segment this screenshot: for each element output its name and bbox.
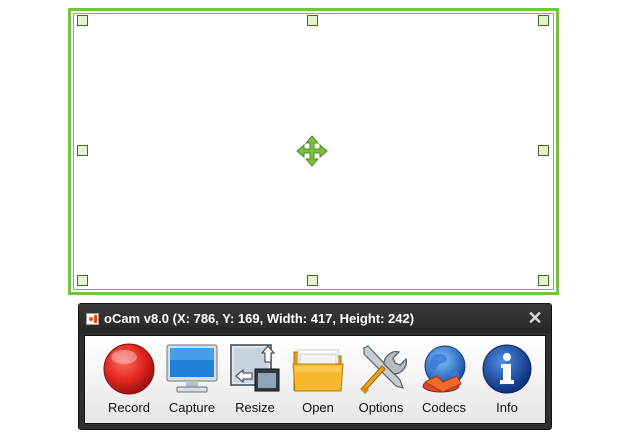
close-button[interactable]: ✕ xyxy=(527,309,543,327)
record-label: Record xyxy=(108,400,150,415)
ocam-app-icon xyxy=(86,313,99,325)
resize-handle-bottom-left[interactable] xyxy=(77,275,88,286)
info-icon xyxy=(482,344,532,394)
resize-button[interactable]: Resize xyxy=(225,342,285,418)
resize-handle-middle-right[interactable] xyxy=(538,145,549,156)
record-icon xyxy=(103,343,155,395)
capture-label: Capture xyxy=(168,400,216,415)
globe-icon xyxy=(422,345,466,393)
resize-icon xyxy=(230,344,280,392)
record-button[interactable]: Record xyxy=(99,342,159,418)
move-icon[interactable] xyxy=(296,135,328,167)
open-label: Open xyxy=(302,400,334,415)
codecs-button[interactable]: Codecs xyxy=(414,342,474,418)
ocam-toolbar-window: oCam v8.0 (X: 786, Y: 169, Width: 417, H… xyxy=(78,303,552,430)
info-button[interactable]: Info xyxy=(477,342,537,418)
options-label: Options xyxy=(358,400,404,415)
resize-handle-top-center[interactable] xyxy=(307,15,318,26)
resize-handle-bottom-center[interactable] xyxy=(307,275,318,286)
tools-icon xyxy=(360,345,407,394)
options-button[interactable]: Options xyxy=(351,342,411,418)
resize-handle-middle-left[interactable] xyxy=(77,145,88,156)
open-button[interactable]: Open xyxy=(288,342,348,418)
resize-handle-bottom-right[interactable] xyxy=(538,275,549,286)
window-title: oCam v8.0 (X: 786, Y: 169, Width: 417, H… xyxy=(104,311,415,326)
capture-button[interactable]: Capture xyxy=(162,342,222,418)
codecs-label: Codecs xyxy=(421,400,467,415)
title-bar[interactable]: oCam v8.0 (X: 786, Y: 169, Width: 417, H… xyxy=(79,304,551,333)
folder-icon xyxy=(292,349,344,392)
monitor-icon xyxy=(166,344,218,393)
resize-label: Resize xyxy=(235,400,275,415)
info-label: Info xyxy=(496,400,518,415)
resize-handle-top-left[interactable] xyxy=(77,15,88,26)
resize-handle-top-right[interactable] xyxy=(538,15,549,26)
toolbar-panel: Record Capture Resize Open Options Codec… xyxy=(84,335,546,424)
